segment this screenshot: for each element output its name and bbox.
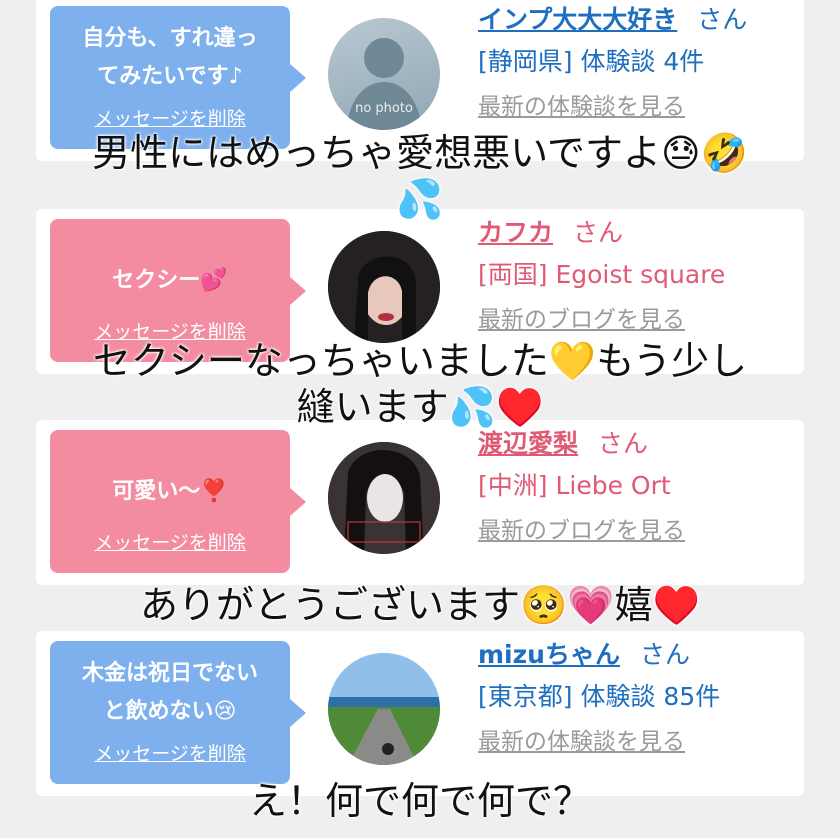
message-line: 木金は祝日でない (81, 661, 258, 686)
avatar[interactable] (328, 653, 440, 765)
honorific: さん (697, 5, 748, 34)
avatar[interactable] (328, 442, 440, 554)
message-text: 可愛い〜❣️ (60, 444, 280, 540)
honorific: さん (639, 640, 690, 669)
user-info: 渡辺愛梨 さん [中洲] Liebe Ort 最新のブログを見る (478, 424, 798, 554)
user-detail: [両国] Egoist square (478, 260, 726, 289)
caption-line: 男性にはめっちゃ愛想悪いですよ😓🤣 (92, 131, 748, 175)
caption-line: 💦 (396, 177, 444, 221)
user-info: カフカ さん [両国] Egoist square 最新のブログを見る (478, 213, 798, 343)
caption-line: ありがとうございます🥺💗嬉♥️ (140, 583, 700, 627)
landscape-photo-icon (328, 653, 440, 765)
latest-post-link[interactable]: 最新のブログを見る (478, 508, 798, 554)
message-text: セクシー💕 (60, 233, 280, 329)
honorific: さん (573, 218, 624, 247)
user-name-link[interactable]: インプ大大大好き (478, 5, 677, 34)
no-photo-label: no photo (355, 101, 413, 116)
user-info: インプ大大大好き さん [静岡県] 体験談 4件 最新の体験談を見る (478, 0, 798, 130)
user-info: mizuちゃん さん [東京都] 体験談 85件 最新の体験談を見る (478, 635, 798, 765)
honorific: さん (598, 429, 649, 458)
message-card: 可愛い〜❣️ メッセージを削除 渡辺愛梨 さん [中洲] Liebe Ort 最新… (36, 420, 804, 585)
delete-message-link[interactable]: メッセージを削除 (50, 104, 290, 131)
delete-message-link[interactable]: メッセージを削除 (50, 528, 290, 555)
message-line: 自分も、すれ違っ (82, 26, 258, 51)
caption-overlay: セクシーなっちゃいました💛もう少し 縫います💦♥️ (0, 338, 840, 430)
message-bubble: 可愛い〜❣️ メッセージを削除 (50, 430, 306, 573)
profile-photo-icon (328, 231, 440, 343)
message-bubble: 自分も、すれ違っ てみたいです♪ メッセージを削除 (50, 6, 306, 149)
latest-post-link[interactable]: 最新の体験談を見る (478, 719, 798, 765)
message-text: 自分も、すれ違っ てみたいです♪ (60, 20, 280, 96)
latest-post-link[interactable]: 最新のブログを見る (478, 297, 798, 343)
caption-line: セクシーなっちゃいました💛もう少し (92, 339, 748, 383)
caption-overlay: 男性にはめっちゃ愛想悪いですよ😓🤣 💦 (0, 130, 840, 222)
delete-message-link[interactable]: メッセージを削除 (50, 739, 290, 766)
message-card: 木金は祝日でない と飲めない😢 メッセージを削除 mizuちゃん さん [東京都]… (36, 631, 804, 796)
latest-post-link[interactable]: 最新の体験談を見る (478, 84, 798, 130)
user-name-link[interactable]: 渡辺愛梨 (478, 429, 578, 458)
message-text: 木金は祝日でない と飲めない😢 (60, 655, 280, 731)
message-line: と飲めない😢 (103, 699, 237, 724)
user-name-link[interactable]: mizuちゃん (478, 640, 620, 669)
user-detail: [東京都] 体験談 85件 (478, 682, 721, 711)
caption-line: え！何で何で何で？ (248, 779, 591, 823)
user-detail: [静岡県] 体験談 4件 (478, 47, 705, 76)
avatar[interactable]: no photo (328, 18, 440, 130)
caption-line: 縫います💦♥️ (296, 385, 544, 429)
user-name-link[interactable]: カフカ (478, 218, 553, 247)
caption-overlay: ありがとうございます🥺💗嬉♥️ (0, 582, 840, 628)
message-line: セクシー💕 (112, 268, 228, 293)
user-detail: [中洲] Liebe Ort (478, 471, 671, 500)
caption-overlay: え！何で何で何で？ (0, 778, 840, 824)
profile-photo-icon (328, 442, 440, 554)
message-line: 可愛い〜❣️ (112, 479, 228, 504)
message-line: てみたいです♪ (97, 64, 243, 89)
avatar[interactable] (328, 231, 440, 343)
message-bubble: 木金は祝日でない と飲めない😢 メッセージを削除 (50, 641, 306, 784)
